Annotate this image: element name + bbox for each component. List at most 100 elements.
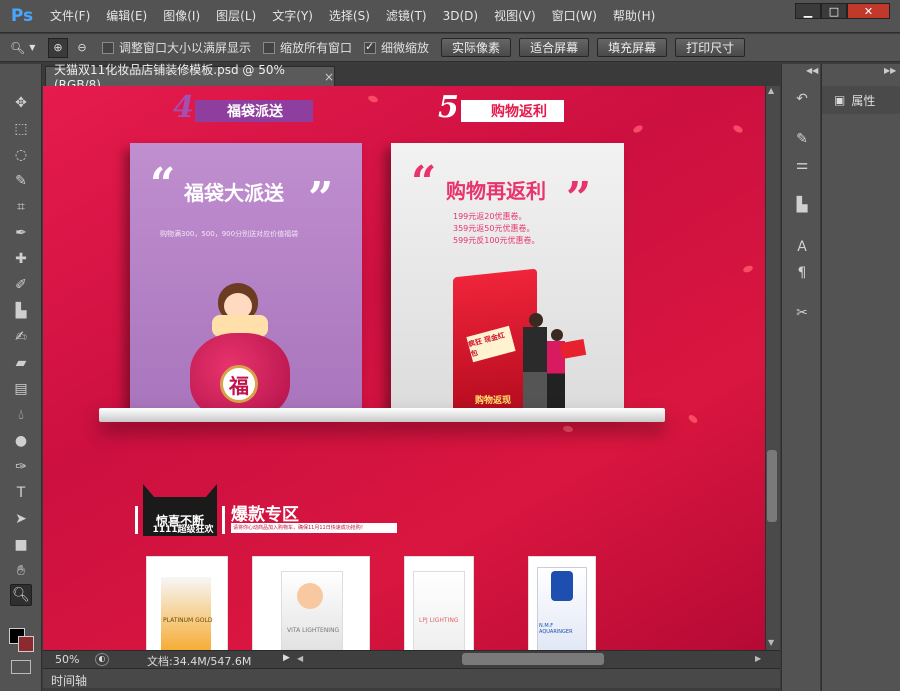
history-brush-tool-icon[interactable]: ✍ (10, 326, 32, 348)
shape-tool-icon[interactable]: ■ (10, 534, 32, 556)
history-panel-icon[interactable]: ↶ (791, 88, 813, 110)
resize-windows-option[interactable]: 调整窗口大小以满屏显示 (102, 39, 251, 56)
timeline-panel-tab[interactable]: 时间轴 (43, 668, 780, 688)
dodge-tool-icon[interactable]: ● (10, 430, 32, 452)
menu-image[interactable]: 图像(I) (155, 8, 208, 25)
zoom-tool-icon[interactable]: 🔍︎ (10, 584, 32, 606)
menu-edit[interactable]: 编辑(E) (98, 8, 155, 25)
menu-type[interactable]: 文字(Y) (264, 8, 321, 25)
fit-screen-button[interactable]: 适合屏幕 (519, 38, 590, 57)
horizontal-scroll-thumb[interactable] (462, 653, 604, 665)
adjustments-icon[interactable]: ⚌ (791, 154, 813, 176)
tag5-label: 购物返利 (461, 100, 564, 122)
menu-3d[interactable]: 3D(D) (435, 8, 486, 25)
type-tool-icon[interactable]: T (10, 482, 32, 504)
scroll-right-icon[interactable]: ▶ (755, 654, 761, 663)
status-info-icon[interactable]: ◐ (95, 653, 109, 666)
menu-help[interactable]: 帮助(H) (605, 8, 663, 25)
document-tab[interactable]: 天猫双11化妆品店铺装修模板.psd @ 50%(RGB/8) × (45, 63, 335, 92)
menu-view[interactable]: 视图(V) (486, 8, 544, 25)
man-head (529, 313, 543, 327)
quote-open: “ (150, 159, 176, 210)
offer-line: 599元反100元优惠卷。 (453, 236, 540, 245)
tag5-number: 5 (438, 90, 459, 125)
options-bar: 🔍︎▼ ⊕ ⊖ 调整窗口大小以满屏显示 缩放所有窗口 细微缩放 实际像素 适合屏… (0, 34, 900, 62)
hand-tool-icon[interactable]: ✋︎ (10, 560, 32, 582)
properties-tab[interactable]: ▣ 属性 (822, 86, 900, 114)
status-menu-arrow-icon[interactable]: ▶ (283, 653, 290, 663)
clone-source-icon[interactable]: ▙ (791, 194, 813, 216)
quick-mask-icon[interactable] (11, 660, 31, 674)
menu-select[interactable]: 选择(S) (321, 8, 378, 25)
offer-line: 359元返50元优惠卷。 (453, 224, 535, 233)
lasso-tool-icon[interactable]: ◌ (10, 144, 32, 166)
eyedropper-tool-icon[interactable]: ✒ (10, 222, 32, 244)
status-bar: 50% ◐ 文档:34.4M/547.6M ▶ ◀ ▶ (43, 650, 780, 668)
maximize-button[interactable]: □ (821, 3, 847, 19)
product-card-1[interactable]: PLATINUM GOLD (146, 556, 228, 650)
product-card-2[interactable]: VITA LIGHTENING (252, 556, 370, 650)
fill-screen-button[interactable]: 填充屏幕 (597, 38, 668, 57)
scrubby-checkbox[interactable] (364, 40, 377, 54)
character-panel-icon[interactable]: A (791, 236, 813, 258)
stamp-tool-icon[interactable]: ▙ (10, 300, 32, 322)
quote-close: ” (308, 173, 334, 224)
gradient-tool-icon[interactable]: ▤ (10, 378, 32, 400)
collapse-panel-icon[interactable]: ◀◀ (806, 66, 818, 75)
zoom-level[interactable]: 50% (55, 653, 79, 666)
brush-tool-icon[interactable]: ✐ (10, 274, 32, 296)
menu-layer[interactable]: 图层(L) (208, 8, 264, 25)
scroll-down-icon[interactable]: ▼ (768, 638, 774, 647)
scrubby-label: 细微缩放 (381, 41, 430, 55)
scroll-up-icon[interactable]: ▲ (768, 86, 774, 95)
zoom-out-icon[interactable]: ⊖ (72, 38, 92, 58)
fu-badge: 福 (220, 365, 258, 403)
menu-file[interactable]: 文件(F) (42, 8, 98, 25)
background-color-swatch[interactable] (18, 636, 34, 652)
zoom-tool-preset[interactable]: 🔍︎ ▼ (0, 41, 48, 55)
marquee-tool-icon[interactable]: ⬚ (10, 118, 32, 140)
paragraph-panel-icon[interactable]: ¶ (791, 262, 813, 284)
vertical-scroll-thumb[interactable] (767, 450, 777, 522)
hot-section-title: 爆款专区 (231, 505, 299, 525)
close-window-button[interactable]: ✕ (847, 3, 890, 19)
move-tool-icon[interactable]: ✥ (10, 92, 32, 114)
properties-panel-strip: ▶▶ ▣ 属性 (821, 64, 900, 691)
red-packet-in-hand (559, 339, 587, 359)
close-tab-icon[interactable]: × (324, 70, 334, 84)
petal-decoration (632, 123, 644, 135)
eraser-tool-icon[interactable]: ▰ (10, 352, 32, 374)
display-shelf (99, 408, 665, 422)
blur-tool-icon[interactable]: 💧︎ (10, 404, 32, 426)
product-image (413, 571, 465, 650)
path-select-tool-icon[interactable]: ➤ (10, 508, 32, 530)
expand-panel-icon[interactable]: ▶▶ (884, 66, 896, 75)
photoshop-logo: Ps (10, 6, 34, 26)
quick-select-tool-icon[interactable]: ✎ (10, 170, 32, 192)
chevron-down-icon: ▼ (29, 43, 36, 52)
print-size-button[interactable]: 打印尺寸 (675, 38, 746, 57)
brush-presets-icon[interactable]: ✎ (791, 128, 813, 150)
pen-tool-icon[interactable]: ✑ (10, 456, 32, 478)
actual-pixels-button[interactable]: 实际像素 (441, 38, 512, 57)
tools-panel: ✥ ⬚ ◌ ✎ ⌗ ✒ ✚ ✐ ▙ ✍ ▰ ▤ 💧︎ ● ✑ T ➤ ■ ✋︎ … (0, 64, 42, 691)
tool-presets-icon[interactable]: ✂ (791, 302, 813, 324)
resize-checkbox[interactable] (102, 41, 114, 54)
vertical-scrollbar[interactable]: ▲ ▼ (765, 86, 780, 650)
menu-window[interactable]: 窗口(W) (544, 8, 605, 25)
zoom-in-icon[interactable]: ⊕ (48, 37, 68, 58)
scrubby-zoom-option[interactable]: 细微缩放 (364, 39, 429, 56)
zoom-all-checkbox[interactable] (263, 41, 276, 54)
document-canvas[interactable]: 4 福袋派送 5 购物返利 “ 福袋大派送 ” 购物满300，500，900分别… (43, 86, 765, 650)
card1-subtitle: 购物满300，500，900分别送对应价值福袋 (160, 230, 299, 238)
menu-filter[interactable]: 滤镜(T) (378, 8, 435, 25)
product-name: VITA LIGHTENING (287, 627, 340, 634)
minimize-button[interactable]: ▁ (795, 3, 821, 19)
product-card-4[interactable]: N.M.F AQUARINGER (528, 556, 596, 650)
product-card-3[interactable]: LPJ LIGHTING (404, 556, 474, 650)
product-image (161, 577, 211, 650)
scroll-left-icon[interactable]: ◀ (297, 654, 303, 663)
zoom-all-option[interactable]: 缩放所有窗口 (263, 39, 352, 56)
crop-tool-icon[interactable]: ⌗ (10, 196, 32, 218)
healing-tool-icon[interactable]: ✚ (10, 248, 32, 270)
